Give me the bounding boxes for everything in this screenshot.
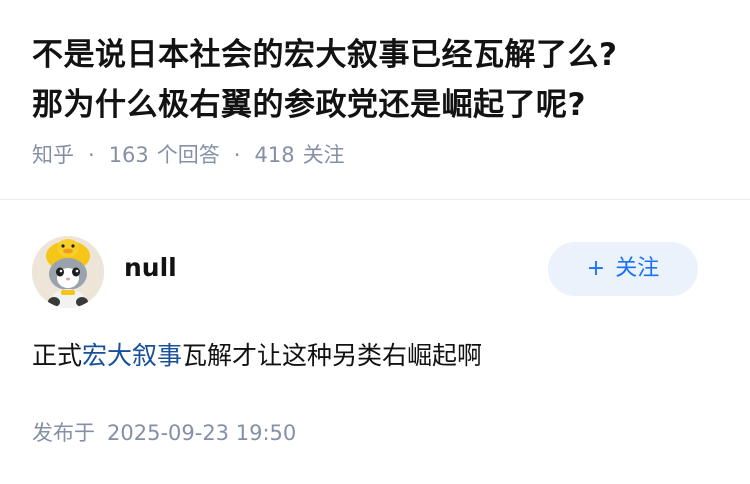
zhihu-answer-page: 不是说日本社会的宏大叙事已经瓦解了么? 那为什么极右翼的参政党还是崛起了呢? 知… — [0, 0, 750, 484]
published-label: 发布于 — [32, 421, 95, 445]
follow-button[interactable]: + 关注 — [548, 242, 698, 296]
published-time: 2025-09-23 19:50 — [107, 421, 297, 445]
answer-text-before: 正式 — [32, 341, 83, 370]
author-name[interactable]: null — [124, 252, 177, 284]
plus-icon: + — [586, 256, 606, 281]
answer-count: 163 — [108, 143, 149, 167]
cat-in-yellow-duck-hat-avatar-icon — [32, 236, 104, 308]
avatar[interactable] — [32, 236, 104, 308]
question-meta: 知乎 · 163 个回答 · 418 关注 — [32, 140, 722, 170]
answer-author: null + 关注 — [32, 236, 718, 308]
follower-count: 418 — [254, 143, 295, 167]
meta-separator: · — [88, 143, 95, 167]
follow-button-label: 关注 — [615, 256, 660, 281]
answer-text-after: 瓦解才让这种另类右崛起啊 — [182, 341, 483, 370]
keyword-link[interactable]: 宏大叙事 — [82, 341, 182, 370]
meta-separator: · — [233, 143, 241, 167]
question-title-line-1[interactable]: 不是说日本社会的宏大叙事已经瓦解了么? — [32, 37, 617, 73]
question-title[interactable]: 不是说日本社会的宏大叙事已经瓦解了么? 那为什么极右翼的参政党还是崛起了呢? — [32, 30, 722, 130]
answer-count-label: 个回答 — [156, 143, 220, 167]
section-divider — [0, 199, 750, 200]
question-title-line-2[interactable]: 那为什么极右翼的参政党还是崛起了呢? — [32, 87, 586, 123]
answer-content: 正式宏大叙事瓦解才让这种另类右崛起啊 — [32, 338, 718, 374]
follower-count-label: 关注 — [302, 143, 345, 167]
question-header: 不是说日本社会的宏大叙事已经瓦解了么? 那为什么极右翼的参政党还是崛起了呢? 知… — [32, 30, 722, 170]
source-label: 知乎 — [32, 143, 74, 167]
answer-published-time: 发布于 2025-09-23 19:50 — [32, 418, 296, 448]
